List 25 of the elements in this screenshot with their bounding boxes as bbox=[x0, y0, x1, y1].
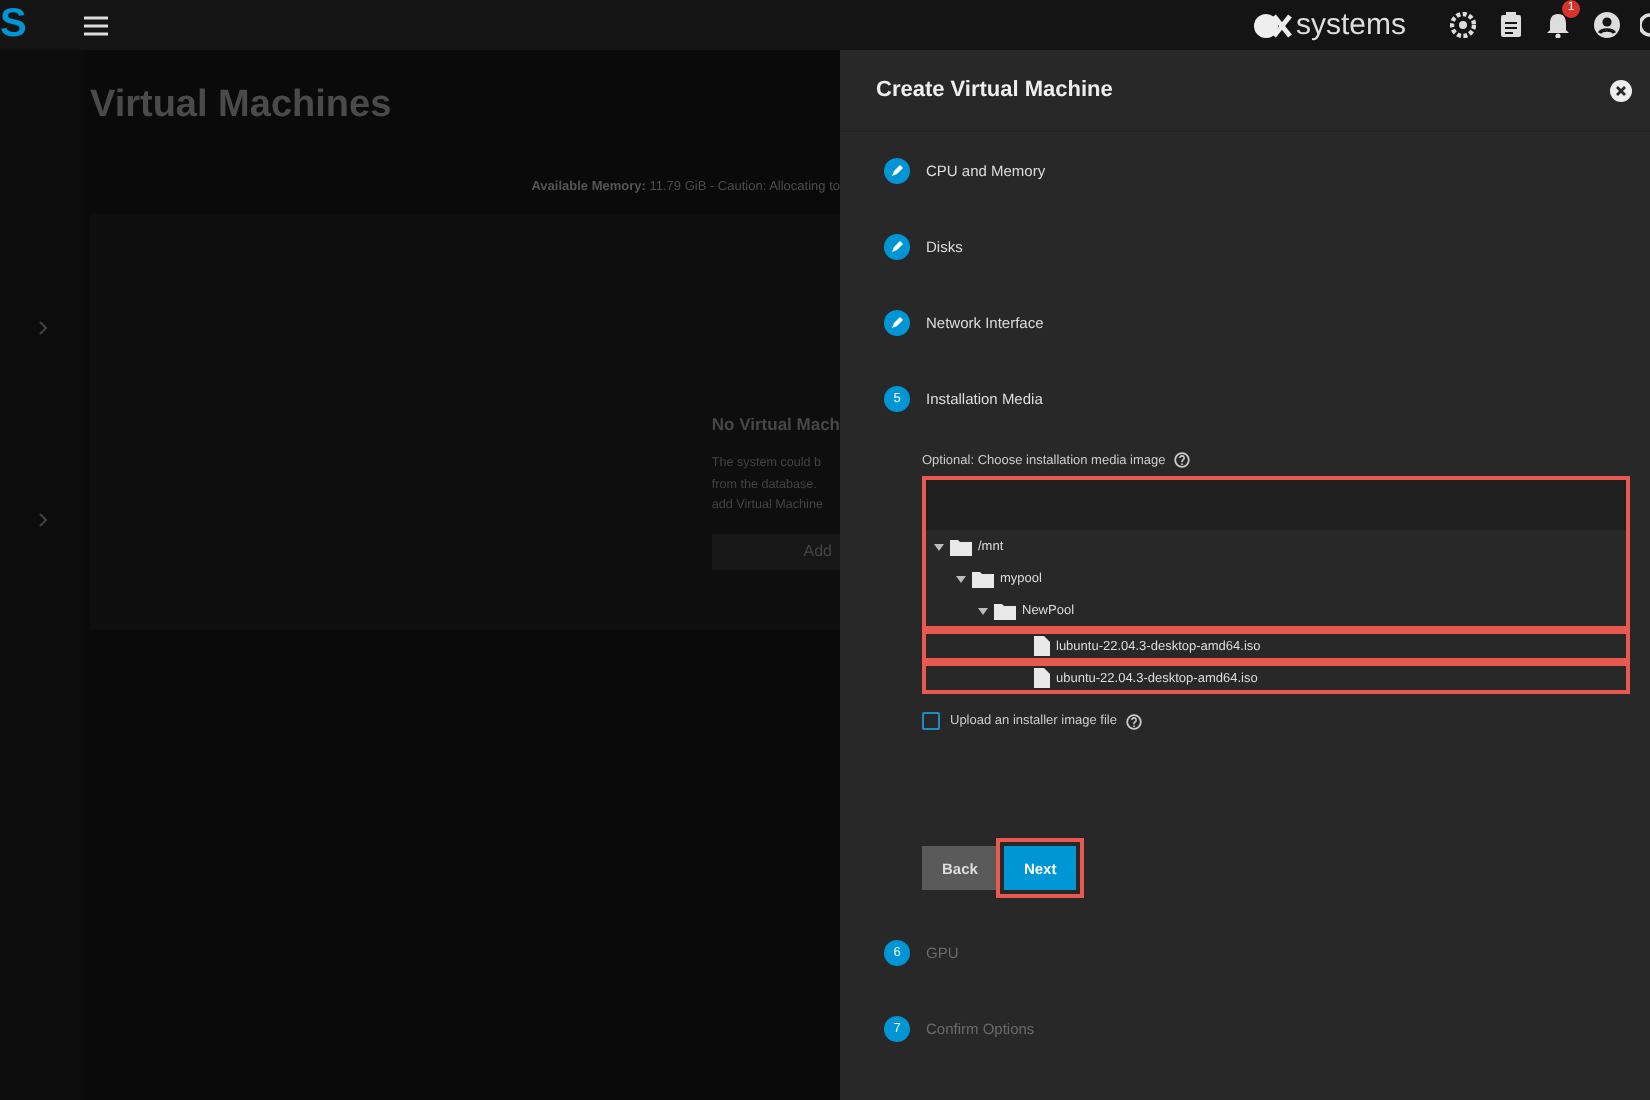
caret-down-icon[interactable] bbox=[956, 573, 966, 583]
clipboard-icon[interactable] bbox=[1500, 12, 1522, 38]
bell-icon[interactable] bbox=[1546, 12, 1570, 38]
menu-icon[interactable] bbox=[84, 15, 108, 35]
page-title: Virtual Machines bbox=[90, 84, 394, 128]
edit-icon[interactable] bbox=[884, 233, 910, 259]
close-icon[interactable] bbox=[1610, 79, 1632, 101]
checkbox[interactable] bbox=[922, 712, 940, 730]
panel-title: Create Virtual Machine bbox=[876, 78, 1113, 102]
gear-icon[interactable] bbox=[1450, 12, 1476, 38]
help-icon[interactable] bbox=[1173, 452, 1190, 468]
folder-icon bbox=[972, 569, 994, 587]
brand-name: systems bbox=[1295, 8, 1406, 42]
empty-state-title: No Virtual Mach bbox=[711, 414, 840, 434]
logo-fragment: S bbox=[0, 0, 29, 50]
folder-icon bbox=[994, 601, 1016, 619]
folder-icon bbox=[950, 537, 972, 555]
user-icon[interactable] bbox=[1594, 12, 1620, 38]
brand-logo-icon bbox=[1253, 9, 1294, 41]
edit-icon[interactable] bbox=[884, 309, 910, 335]
help-icon[interactable] bbox=[1126, 713, 1143, 729]
edit-icon[interactable] bbox=[884, 157, 910, 183]
power-icon[interactable] bbox=[1640, 12, 1650, 38]
caret-down-icon[interactable] bbox=[934, 541, 944, 551]
caret-down-icon[interactable] bbox=[978, 605, 988, 615]
